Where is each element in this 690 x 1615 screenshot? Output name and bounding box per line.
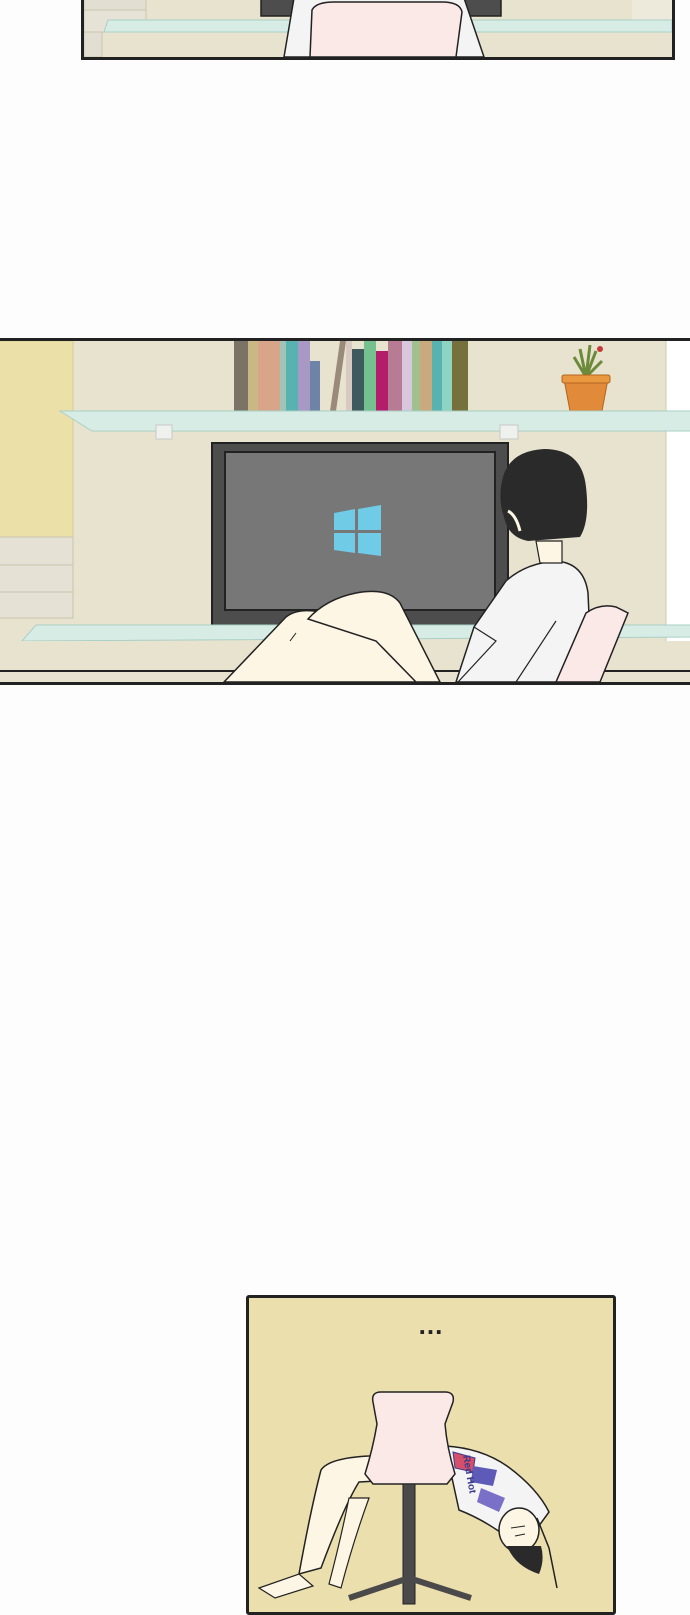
comic-panel-bottom: ... Red Hot	[246, 1295, 616, 1615]
comic-panel-top	[81, 0, 675, 60]
panel-top-art	[84, 0, 672, 57]
panel-bottom-art: Red Hot	[249, 1298, 613, 1612]
comic-panel-middle	[0, 338, 690, 685]
panel-caption: ...	[418, 1310, 444, 1340]
panel-middle-art	[0, 341, 690, 682]
bookshelf-books	[234, 341, 468, 411]
